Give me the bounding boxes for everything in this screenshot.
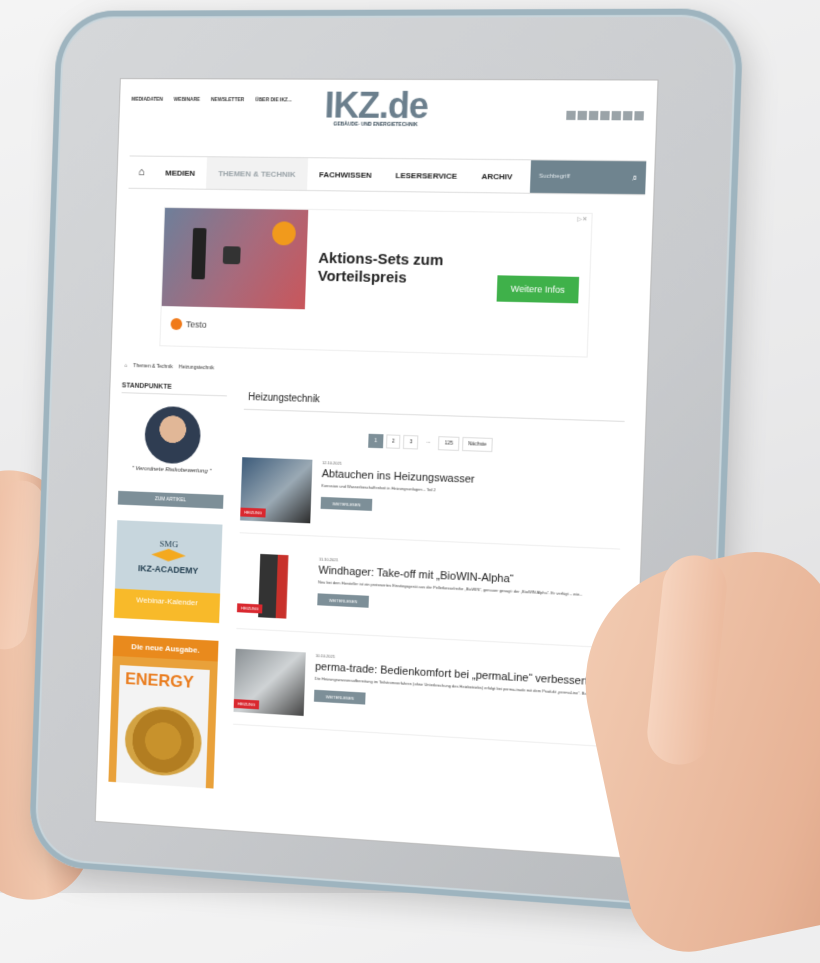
social-icon[interactable] [623, 111, 633, 120]
sidebar: STANDPUNKTE " Verordnete Risikobewertung… [108, 382, 227, 788]
nav-item-leserservice[interactable]: LESERSERVICE [383, 159, 470, 192]
read-more-button[interactable]: WEITERLESEN [321, 497, 373, 511]
page-1[interactable]: 1 [368, 434, 383, 448]
ad-brand: Testo [170, 318, 206, 331]
breadcrumb-item[interactable]: Themen & Technik [133, 363, 173, 370]
academy-title: IKZ-ACADEMY [138, 563, 199, 576]
read-more-button[interactable]: WEITERLESEN [314, 690, 366, 705]
social-icon[interactable] [634, 111, 644, 120]
breadcrumb-item: Heizungstechnik [179, 364, 214, 371]
author-avatar [144, 406, 201, 465]
page-last[interactable]: 125 [438, 436, 459, 451]
gear-image-icon [124, 705, 203, 778]
nav-item-medien[interactable]: MEDIEN [153, 157, 207, 189]
social-icon[interactable] [589, 111, 599, 120]
device-icon [191, 228, 206, 279]
top-link-ueber[interactable]: ÜBER DIE IKZ... [255, 97, 292, 103]
article-tag: HEIZUNG [234, 699, 260, 709]
search-icon[interactable]: ⌕ [632, 172, 638, 183]
graduation-cap-icon [151, 548, 186, 565]
nav-item-themen[interactable]: THEMEN & TECHNIK [206, 157, 308, 190]
page-next[interactable]: Nächste [462, 437, 493, 452]
social-icon[interactable] [600, 111, 610, 120]
device-icon [223, 246, 241, 264]
ad-headline: Aktions-Sets zum Vorteilspreis [317, 250, 488, 289]
smg-label: SMG [159, 539, 178, 550]
magazine-banner[interactable]: Die neue Ausgabe. ENERGY [108, 635, 218, 788]
magazine-title: ENERGY [125, 669, 210, 693]
nav-item-archiv[interactable]: ARCHIV [469, 160, 526, 193]
search-bar[interactable]: Suchbegriff ⌕ [530, 160, 646, 194]
academy-top: SMG IKZ-ACADEMY [115, 520, 223, 593]
sidebar-heading: STANDPUNKTE [122, 382, 228, 396]
article-item[interactable]: HEIZUNG 11.10.2021 Windhager: Take-off m… [236, 553, 619, 649]
article-thumb[interactable]: HEIZUNG [234, 649, 306, 716]
main-content: Heizungstechnik 1 2 3 ... 125 Nächste HE… [232, 386, 625, 768]
home-icon[interactable]: ⌂ [124, 363, 127, 369]
top-link-newsletter[interactable]: NEWSLETTER [211, 97, 244, 103]
article-thumb[interactable]: HEIZUNG [240, 457, 312, 523]
pagination: 1 2 3 ... 125 Nächste [243, 430, 624, 457]
page-3[interactable]: 3 [403, 435, 418, 450]
academy-sub: Webinar-Kalender [114, 594, 219, 608]
logo-text: IKZ.de [324, 88, 428, 125]
main-nav: ⌂ MEDIEN THEMEN & TECHNIK FACHWISSEN LES… [129, 155, 647, 195]
article-thumb[interactable]: HEIZUNG [237, 553, 309, 620]
ad-banner[interactable]: ▷✕ Aktions-Sets zum Vorteilspreis Weiter… [159, 207, 592, 358]
read-more-button[interactable]: WEITERLESEN [317, 593, 369, 607]
article-tag: HEIZUNG [240, 508, 266, 518]
article-tag: HEIZUNG [237, 603, 263, 613]
top-link-mediadaten[interactable]: MEDIADATEN [131, 97, 163, 103]
social-icon[interactable] [611, 111, 621, 120]
top-link-webinare[interactable]: WEBINARE [174, 97, 200, 103]
ad-button[interactable]: Weitere Infos [497, 275, 580, 303]
page-title: Heizungstechnik [244, 386, 626, 422]
nav-item-fachwissen[interactable]: FACHWISSEN [307, 158, 384, 191]
logo-tagline: GEBÄUDE- UND ENERGIETECHNIK [324, 121, 427, 128]
social-icon[interactable] [566, 111, 576, 120]
social-icons [566, 111, 644, 121]
home-icon[interactable]: ⌂ [129, 156, 155, 188]
site-logo[interactable]: IKZ.de GEBÄUDE- UND ENERGIETECHNIK [324, 88, 429, 129]
badge-icon [272, 221, 296, 245]
page-ellipsis: ... [421, 436, 436, 451]
page-2[interactable]: 2 [386, 434, 401, 449]
ad-brand-name: Testo [186, 319, 207, 329]
magazine-cover: ENERGY [116, 665, 210, 788]
ad-image [162, 208, 309, 309]
sidebar-quote: " Verordnete Risikobewertung " [119, 465, 224, 475]
article-item[interactable]: HEIZUNG 10.10.2021 perma-trade: Bedienko… [233, 649, 616, 748]
search-input[interactable]: Suchbegriff [539, 174, 570, 180]
academy-banner[interactable]: SMG IKZ-ACADEMY Webinar-Kalender [114, 520, 223, 623]
article-item[interactable]: HEIZUNG 12.10.2021 Abtauchen ins Heizung… [240, 457, 623, 549]
ad-close-icon[interactable]: ▷✕ [577, 216, 587, 223]
to-article-button[interactable]: ZUM ARTIKEL [118, 491, 224, 509]
social-icon[interactable] [577, 111, 587, 120]
breadcrumb: ⌂ Themen & Technik Heizungstechnik [124, 363, 219, 372]
testo-logo-icon [170, 318, 182, 330]
tablet-screen: MEDIADATEN WEBINARE NEWSLETTER ÜBER DIE … [96, 79, 658, 858]
magazine-banner-title: Die neue Ausgabe. [113, 635, 219, 661]
